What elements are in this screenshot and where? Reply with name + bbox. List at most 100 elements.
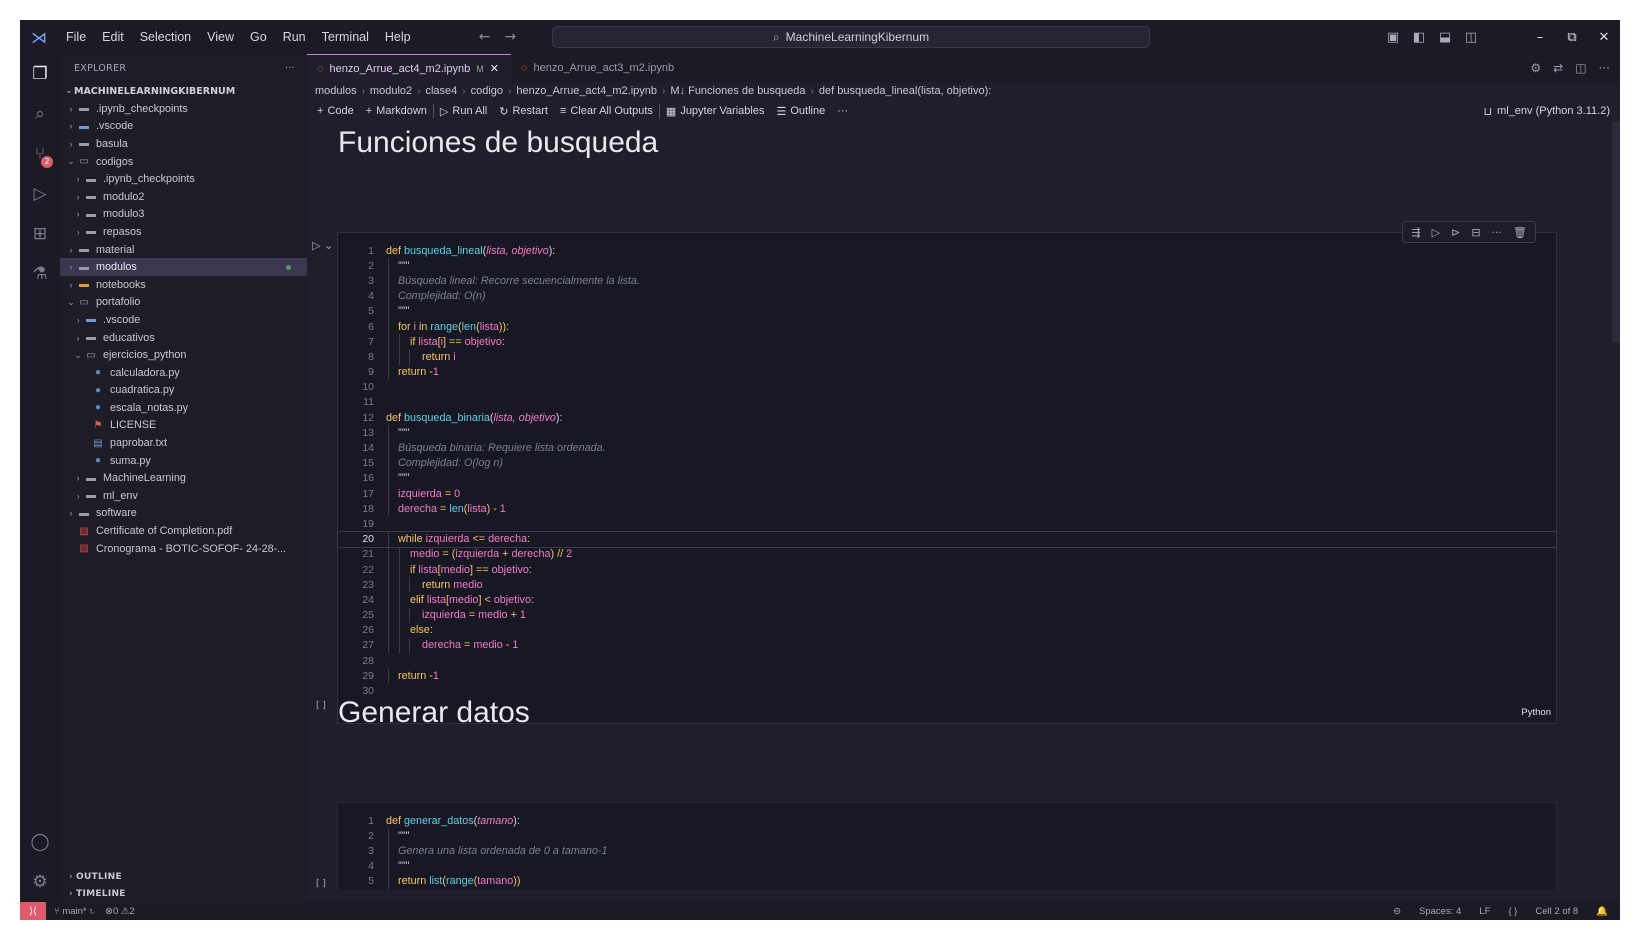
workspace-root[interactable]: ⌄ MACHINELEARNINGKIBERNUM — [60, 82, 307, 100]
code-line[interactable]: 27 derecha = medio - 1 — [338, 637, 1556, 654]
add-markdown-button[interactable]: + Markdown — [360, 105, 433, 117]
code-line[interactable]: 15 Complejidad: O(log n) — [338, 455, 1556, 471]
code-line[interactable]: 3 Búsqueda lineal: Recorre secuencialmen… — [338, 273, 1556, 289]
language-status[interactable]: { } — [1508, 906, 1517, 917]
code-line[interactable]: 19 — [338, 516, 1556, 531]
tree-item[interactable]: ⌄ ▭ ejercicios_python — [60, 346, 307, 364]
tree-item[interactable]: › ▬ material — [60, 241, 307, 259]
code-line[interactable]: 1 def busqueda_lineal(lista, objetivo): — [338, 243, 1556, 258]
jupyter-variables-button[interactable]: ▦ Jupyter Variables — [660, 105, 771, 118]
execute-below-icon[interactable]: ⊳ — [1451, 226, 1460, 239]
code-line[interactable]: 5 """ — [338, 303, 1556, 319]
explorer-more-icon[interactable]: ··· — [285, 63, 295, 74]
code-line[interactable]: 20 while izquierda <= derecha: — [337, 530, 1557, 548]
timeline-section[interactable]: › TIMELINE — [60, 885, 307, 902]
minimize-icon[interactable]: – — [1524, 30, 1556, 45]
cell-more-icon[interactable]: ··· — [1492, 226, 1503, 239]
scrollbar[interactable] — [1612, 122, 1620, 342]
tree-item[interactable]: › ▬ educativos — [60, 329, 307, 347]
tree-item[interactable]: › ▬ modulos — [60, 258, 307, 276]
menu-item-view[interactable]: View — [199, 30, 242, 44]
notebook-settings-icon[interactable]: ⚙ — [1530, 61, 1541, 75]
manage-gear-icon[interactable]: ⚙ — [20, 862, 60, 902]
indentation-status[interactable]: Spaces: 4 — [1419, 906, 1461, 917]
code-line[interactable]: 29 return -1 — [338, 668, 1556, 684]
close-icon[interactable]: ✕ — [1588, 30, 1620, 45]
code-line[interactable]: 2 """ — [338, 258, 1556, 274]
tree-item[interactable]: ⌄ ▭ codigos — [60, 153, 307, 171]
source-control-icon[interactable]: ⑂ 2 — [20, 134, 60, 174]
tree-item[interactable]: › ▬ repasos — [60, 223, 307, 241]
testing-icon[interactable]: ⚗ — [20, 254, 60, 294]
cell-position-status[interactable]: Cell 2 of 8 — [1535, 906, 1578, 917]
tree-item[interactable]: ▧ Cronograma - BOTIC-SOFOF- 24-28-... — [60, 540, 307, 558]
add-code-button[interactable]: + Code — [311, 105, 360, 117]
outline-button[interactable]: ☰ Outline — [770, 105, 831, 118]
branch-indicator[interactable]: ⑂ main* ↻ — [54, 906, 95, 917]
search-activity-icon[interactable]: ⌕ — [20, 94, 60, 134]
tree-item[interactable]: ⚑ LICENSE — [60, 417, 307, 435]
menu-item-run[interactable]: Run — [275, 30, 314, 44]
breadcrumb-item[interactable]: clase4 — [425, 85, 457, 97]
markdown-heading-1[interactable]: Funciones de busqueda — [338, 126, 658, 160]
execute-above-icon[interactable]: ▷ — [1432, 226, 1440, 239]
code-cell-1[interactable]: ▷ ⌄ [ ] ⇶ ▷ ⊳ ⊟ ··· 🗑 1 def busqueda_line… — [312, 221, 1557, 724]
tree-item[interactable]: › ▬ ml_env — [60, 487, 307, 505]
menu-item-go[interactable]: Go — [242, 30, 275, 44]
open-changes-icon[interactable]: ⇄ — [1553, 61, 1563, 75]
tree-item[interactable]: ● escala_notas.py — [60, 399, 307, 417]
delete-cell-icon[interactable]: 🗑 — [1513, 226, 1527, 239]
code-line[interactable]: 5 return list(range(tamano)) — [338, 873, 1556, 889]
explorer-icon[interactable]: ❐ — [20, 54, 60, 94]
code-line[interactable]: 16 """ — [338, 470, 1556, 486]
zoom-icon[interactable]: ⊖ — [1393, 906, 1401, 917]
code-line[interactable]: 25 izquierda = medio + 1 — [338, 607, 1556, 623]
code-line[interactable]: 8 return i — [338, 349, 1556, 365]
eol-status[interactable]: LF — [1479, 906, 1490, 917]
code-line[interactable]: 1 def generar_datos(tamano): — [338, 813, 1556, 828]
split-editor-icon[interactable]: ◫ — [1575, 61, 1586, 75]
split-cell-icon[interactable]: ⊟ — [1471, 226, 1480, 239]
run-by-line-icon[interactable]: ⇶ — [1411, 226, 1420, 239]
tree-item[interactable]: › ▬ modulo2 — [60, 188, 307, 206]
toolbar-more-button[interactable]: ··· — [831, 105, 854, 117]
code-line[interactable]: 17 izquierda = 0 — [338, 486, 1556, 502]
toggle-secondary-sidebar-icon[interactable]: ◫ — [1458, 30, 1484, 45]
code-line[interactable]: 10 — [338, 380, 1556, 395]
command-center[interactable]: ⌕ MachineLearningKibernum — [552, 26, 1150, 48]
tree-item[interactable]: › ▬ .ipynb_checkpoints — [60, 170, 307, 188]
remote-icon[interactable]: ⟩⟨ — [20, 902, 46, 920]
tree-item[interactable]: › ▬ basula — [60, 135, 307, 153]
kernel-picker[interactable]: ⊔ ml_env (Python 3.11.2) — [1483, 105, 1620, 118]
breadcrumb-item[interactable]: modulos — [315, 85, 357, 97]
code-line[interactable]: 7 if lista[i] == objetivo: — [338, 334, 1556, 350]
tree-item[interactable]: › ▬ software — [60, 505, 307, 523]
breadcrumb-item[interactable]: modulo2 — [370, 85, 412, 97]
code-editor[interactable]: 1 def busqueda_lineal(lista, objetivo): 2 … — [337, 243, 1557, 699]
editor-more-icon[interactable]: ··· — [1599, 61, 1610, 75]
menu-item-selection[interactable]: Selection — [132, 30, 199, 44]
tree-item[interactable]: ▤ paprobar.txt — [60, 434, 307, 452]
code-editor[interactable]: 1 def generar_datos(tamano): 2 """ 3 Genera… — [338, 813, 1556, 889]
tree-item[interactable]: › ▬ .vscode — [60, 118, 307, 136]
code-cell-2[interactable]: [ ] 1 def generar_datos(tamano): 2 """ 3 Ge… — [316, 802, 1557, 890]
tree-item[interactable]: › ▬ .vscode — [60, 311, 307, 329]
code-line[interactable]: 9 return -1 — [338, 364, 1556, 380]
menu-item-file[interactable]: File — [58, 30, 94, 44]
code-line[interactable]: 6 for i in range(len(lista)): — [338, 318, 1556, 335]
tree-item[interactable]: › ▬ MachineLearning — [60, 469, 307, 487]
menu-item-help[interactable]: Help — [377, 30, 419, 44]
code-line[interactable]: 4 Complejidad: O(n) — [338, 288, 1556, 304]
layout-customize-icon[interactable]: ▣ — [1380, 30, 1406, 45]
tree-item[interactable]: ⌄ ▭ portafolio — [60, 294, 307, 312]
code-line[interactable]: 23 return medio — [338, 577, 1556, 593]
back-arrow-icon[interactable]: ← — [479, 29, 491, 45]
code-line[interactable]: 11 — [338, 395, 1556, 410]
run-cell-icon[interactable]: ▷ ⌄ — [312, 239, 333, 252]
code-line[interactable]: 21 medio = (izquierda + derecha) // 2 — [338, 546, 1556, 562]
tab-act4[interactable]: ◌ henzo_Arrue_act4_m2.ipynb M ✕ — [307, 54, 511, 82]
toggle-sidebar-icon[interactable]: ◧ — [1406, 30, 1432, 45]
code-line[interactable]: 22 if lista[medio] == objetivo: — [338, 561, 1556, 578]
cell-language[interactable]: Python — [1521, 707, 1551, 718]
clear-outputs-button[interactable]: ≡ Clear All Outputs — [554, 105, 659, 117]
